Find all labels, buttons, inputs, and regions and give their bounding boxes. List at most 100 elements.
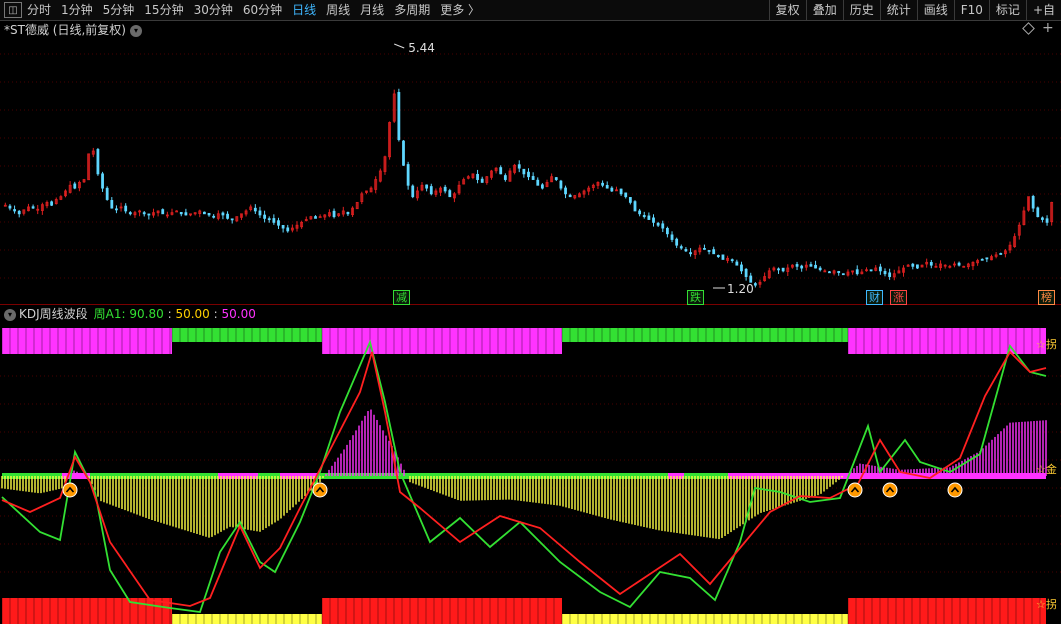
indicator-value-3: 50.00 bbox=[221, 307, 256, 321]
candle-body bbox=[647, 215, 651, 220]
event-marker[interactable]: 财 bbox=[866, 290, 883, 305]
candle-body bbox=[527, 171, 530, 178]
tab-9[interactable]: 多周期 bbox=[389, 0, 435, 21]
candle-body bbox=[661, 223, 665, 229]
candle-body bbox=[503, 175, 507, 180]
diamond-icon[interactable] bbox=[1022, 22, 1035, 35]
candle-body bbox=[314, 216, 317, 219]
event-marker[interactable]: 榜 bbox=[1038, 290, 1055, 305]
candle-body bbox=[781, 267, 785, 272]
candle-body bbox=[517, 164, 521, 169]
stock-title: *ST德威 (日线,前复权) bbox=[4, 23, 126, 37]
candle-body bbox=[267, 218, 271, 221]
candle-body bbox=[818, 267, 822, 271]
candle-body bbox=[105, 187, 109, 200]
signal-up-icon bbox=[312, 482, 328, 498]
candle-body bbox=[476, 173, 479, 180]
candle-body bbox=[980, 258, 984, 261]
candle-body bbox=[230, 218, 234, 221]
candle-body bbox=[740, 264, 743, 272]
kdj-chart[interactable] bbox=[0, 322, 1061, 624]
candle-body bbox=[448, 190, 452, 198]
candle-body bbox=[50, 201, 54, 206]
toolbar-button-4[interactable]: 画线 bbox=[916, 0, 954, 21]
candle-body bbox=[96, 149, 100, 175]
candle-body bbox=[226, 213, 229, 219]
event-marker[interactable]: 跌 bbox=[687, 290, 704, 305]
tab-7[interactable]: 周线 bbox=[321, 0, 355, 21]
candle-body bbox=[161, 209, 165, 215]
candle-body bbox=[957, 262, 961, 266]
tab-0[interactable]: 分时 bbox=[22, 0, 56, 21]
candle-body bbox=[679, 246, 683, 249]
candle-body bbox=[203, 211, 206, 215]
crosshair-icon[interactable]: + bbox=[1042, 20, 1054, 36]
tab-4[interactable]: 30分钟 bbox=[189, 0, 238, 21]
toolbar-button-0[interactable]: 复权 bbox=[768, 0, 806, 21]
candle-body bbox=[795, 264, 799, 267]
candle-body bbox=[855, 269, 859, 275]
low-label: 1.20 bbox=[727, 282, 754, 296]
candle-body bbox=[179, 211, 183, 215]
candle-body bbox=[841, 273, 845, 276]
candle-body bbox=[425, 184, 429, 189]
signal-circle bbox=[847, 482, 863, 498]
candle-body bbox=[110, 200, 114, 209]
tab-5[interactable]: 60分钟 bbox=[238, 0, 287, 21]
candle-body bbox=[809, 264, 813, 267]
signal-up-icon bbox=[847, 482, 863, 498]
price-chart[interactable]: 5.44 1.20 bbox=[0, 38, 1061, 304]
toolbar-button-5[interactable]: F10 bbox=[953, 0, 989, 21]
signal-up-icon bbox=[62, 482, 78, 498]
chevron-down-icon[interactable]: ▾ bbox=[129, 24, 142, 37]
candle-body bbox=[31, 206, 35, 209]
candle-body bbox=[744, 268, 748, 277]
candle-body bbox=[929, 262, 933, 266]
toolbar-right-buttons: 复权 叠加 历史 统计 画线 F10 标记 +自 bbox=[768, 0, 1061, 21]
candle-body bbox=[480, 178, 484, 183]
candle-body bbox=[499, 167, 503, 175]
band-block-bottom bbox=[172, 614, 322, 624]
candle-body bbox=[610, 187, 614, 192]
candle-body bbox=[124, 205, 128, 212]
candle-body bbox=[837, 271, 841, 273]
event-marker[interactable]: 涨 bbox=[890, 290, 907, 305]
candle-body bbox=[13, 209, 16, 212]
candle-body bbox=[429, 186, 433, 195]
toolbar-button-2[interactable]: 历史 bbox=[842, 0, 880, 21]
candle-body bbox=[101, 173, 104, 189]
candle-body bbox=[869, 269, 873, 272]
candle-body bbox=[712, 249, 716, 255]
candle-body bbox=[263, 214, 266, 219]
candle-body bbox=[147, 213, 151, 216]
tab-6[interactable]: 日线 bbox=[287, 0, 321, 21]
candle-body bbox=[707, 250, 711, 252]
tab-3[interactable]: 15分钟 bbox=[139, 0, 188, 21]
chevron-down-icon[interactable]: ▾ bbox=[4, 308, 16, 321]
pin-icon[interactable]: ◫ bbox=[4, 2, 22, 18]
tab-10[interactable]: 更多 〉 bbox=[435, 0, 485, 21]
candle-body bbox=[1045, 218, 1049, 223]
candle-body bbox=[878, 266, 882, 272]
indicator-name: KDJ周线波段 bbox=[19, 307, 88, 321]
tab-8[interactable]: 月线 bbox=[355, 0, 389, 21]
candle-body bbox=[540, 184, 544, 189]
toolbar-button-7[interactable]: +自 bbox=[1025, 0, 1061, 21]
candle-body bbox=[1041, 217, 1044, 220]
signal-circle bbox=[62, 482, 78, 498]
toolbar-button-1[interactable]: 叠加 bbox=[805, 0, 843, 21]
toolbar-button-3[interactable]: 统计 bbox=[879, 0, 917, 21]
candle-body bbox=[633, 201, 637, 212]
candle-body bbox=[554, 177, 558, 180]
candle-body bbox=[8, 205, 12, 209]
candle-body bbox=[670, 234, 674, 240]
candle-body bbox=[184, 212, 188, 216]
candle-body bbox=[318, 216, 322, 219]
high-label: 5.44 bbox=[408, 41, 435, 55]
high-arrow bbox=[394, 43, 405, 49]
tab-2[interactable]: 5分钟 bbox=[98, 0, 140, 21]
tab-1[interactable]: 1分钟 bbox=[56, 0, 98, 21]
event-marker[interactable]: 减 bbox=[393, 290, 410, 305]
toolbar-button-6[interactable]: 标记 bbox=[988, 0, 1026, 21]
candle-body bbox=[402, 140, 405, 166]
